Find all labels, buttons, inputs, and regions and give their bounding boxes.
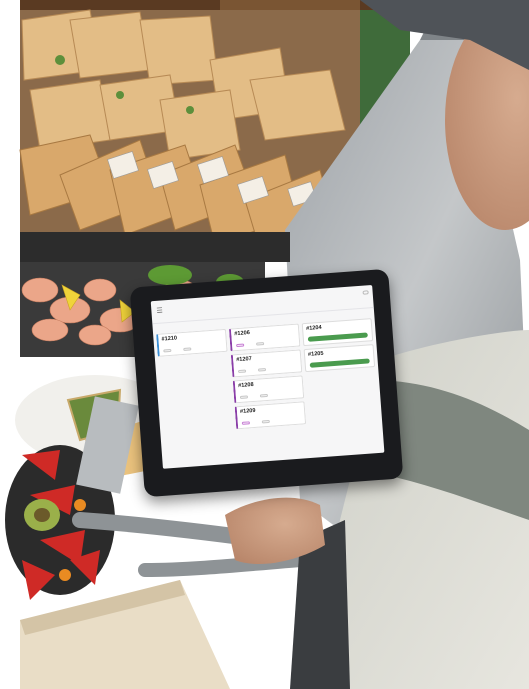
order-chip[interactable]	[236, 343, 245, 348]
complete-button[interactable]	[309, 358, 370, 368]
column-3: #1204 #1205	[301, 310, 381, 455]
order-number: #1205	[307, 350, 324, 358]
order-number: #1210	[161, 335, 178, 343]
order-card[interactable]: #1210	[156, 328, 228, 357]
order-chip[interactable]	[241, 421, 250, 425]
complete-button[interactable]	[307, 332, 368, 342]
order-chip[interactable]	[257, 368, 267, 372]
order-number: #1204	[305, 324, 322, 332]
order-number: #1206	[234, 330, 251, 338]
order-chip[interactable]	[256, 342, 265, 346]
order-number: #1209	[239, 407, 256, 416]
order-chip[interactable]	[183, 347, 192, 351]
order-chip[interactable]	[163, 348, 172, 353]
tray-edge	[20, 232, 290, 262]
order-chip[interactable]	[239, 395, 249, 399]
column-1: #1210	[156, 321, 236, 466]
tablet-screen: ☰ #1210 #1206 #1207 #1208 #1209 #1204 #1…	[150, 285, 385, 469]
order-number: #1207	[236, 356, 252, 364]
column-2: #1206 #1207 #1208 #1209	[228, 316, 308, 461]
order-card[interactable]: #1205	[303, 344, 376, 373]
order-card[interactable]: #1204	[301, 318, 374, 347]
tablet: ☰ #1210 #1206 #1207 #1208 #1209 #1204 #1…	[129, 268, 404, 498]
order-chip[interactable]	[259, 393, 269, 398]
order-columns: #1210 #1206 #1207 #1208 #1209 #1204 #120…	[156, 310, 382, 465]
order-card[interactable]: #1206	[228, 323, 301, 352]
order-card[interactable]: #1209	[234, 401, 307, 430]
order-card[interactable]: #1208	[232, 375, 305, 404]
order-chip[interactable]	[261, 419, 270, 424]
header-action-button[interactable]	[362, 290, 369, 295]
menu-icon[interactable]: ☰	[156, 307, 163, 314]
order-chip[interactable]	[237, 369, 247, 374]
order-number: #1208	[237, 381, 254, 390]
order-card[interactable]: #1207	[230, 349, 303, 378]
